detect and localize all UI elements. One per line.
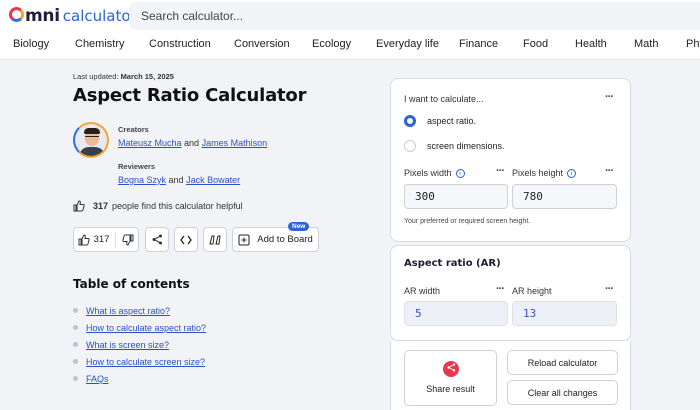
nav-item-construction[interactable]: Construction [149, 38, 211, 50]
toc-item: What is aspect ratio? [73, 302, 206, 319]
toc-link-calc-aspect-ratio[interactable]: How to calculate aspect ratio? [86, 323, 206, 333]
actions-card: Share result Reload calculator Clear all… [390, 341, 631, 410]
add-board-icon [238, 234, 250, 245]
search-placeholder: Search calculator... [141, 9, 244, 23]
toc-item: What is screen size? [73, 336, 206, 353]
share-result-button[interactable]: Share result [404, 350, 497, 406]
logo-omni: mni [9, 6, 60, 26]
radio-screen-dimensions[interactable] [404, 140, 416, 152]
reload-calculator-button[interactable]: Reload calculator [507, 350, 618, 375]
updated-label: Last updated: [73, 72, 119, 81]
share-icon [443, 361, 459, 377]
reviewer-link-szyk[interactable]: Bogna Szyk [118, 175, 166, 185]
vote-button-group: 317 [73, 227, 139, 252]
reviewer-link-bowater[interactable]: Jack Bowater [186, 175, 240, 185]
new-badge: New [288, 222, 310, 231]
more-options-icon[interactable]: ··· [605, 91, 614, 103]
creator-link-mathison[interactable]: James Mathison [202, 138, 268, 148]
helpful-line: 317 people find this calculator helpful [73, 200, 243, 212]
nav-item-finance[interactable]: Finance [459, 38, 498, 50]
radio-aspect-ratio[interactable] [404, 115, 416, 127]
ar-height-output[interactable]: 13 [512, 301, 617, 326]
want-to-calculate-label: I want to calculate... [404, 94, 484, 104]
toc-item: How to calculate screen size? [73, 353, 206, 370]
more-options-icon[interactable]: ··· [605, 165, 614, 177]
nav-item-physics[interactable]: Phy [686, 38, 700, 50]
share-button[interactable] [145, 227, 169, 252]
vote-divider [115, 232, 117, 247]
top-header: mni calculator Search calculator... [0, 0, 700, 32]
toc-link-what-is-aspect-ratio[interactable]: What is aspect ratio? [86, 306, 170, 316]
reviewers-label: Reviewers [118, 162, 156, 171]
creators-list: Mateusz Mucha and James Mathison [118, 138, 267, 148]
toc-item: How to calculate aspect ratio? [73, 319, 206, 336]
nav-item-food[interactable]: Food [523, 38, 548, 50]
updated-date: March 15, 2025 [120, 72, 174, 81]
dislike-button[interactable] [122, 234, 134, 246]
search-input[interactable]: Search calculator... [129, 2, 700, 30]
page-title: Aspect Ratio Calculator [73, 85, 307, 106]
toc-link-calc-screen-size[interactable]: How to calculate screen size? [86, 357, 205, 367]
more-options-icon[interactable]: ··· [605, 283, 614, 295]
creator-avatar [73, 122, 109, 158]
toc-link-faqs[interactable]: FAQs [86, 374, 109, 384]
input-card: I want to calculate... ··· aspect ratio.… [390, 78, 631, 242]
result-card: Aspect ratio (AR) AR width ··· AR height… [390, 245, 631, 341]
omni-logo[interactable]: mni calculator [9, 6, 137, 26]
nav-item-chemistry[interactable]: Chemistry [75, 38, 125, 50]
cite-button[interactable] [203, 227, 227, 252]
code-icon [180, 235, 192, 244]
ar-height-label: AR height [512, 286, 552, 296]
nav-item-ecology[interactable]: Ecology [312, 38, 351, 50]
toc-title: Table of contents [73, 277, 190, 291]
quote-icon [209, 235, 221, 244]
share-result-label: Share result [426, 384, 475, 394]
more-options-icon[interactable]: ··· [496, 283, 505, 295]
pixels-height-label: Pixels height [512, 168, 564, 178]
creators-and: and [184, 138, 200, 148]
ar-width-output[interactable]: 5 [404, 301, 508, 326]
helpful-count: 317 [93, 201, 109, 211]
helpful-text: people find this calculator helpful [112, 201, 243, 211]
reviewers-list: Bogna Szyk and Jack Bowater [118, 175, 240, 185]
ar-section-title: Aspect ratio (AR) [404, 258, 501, 269]
pixels-width-label-wrap: Pixels width i [404, 168, 465, 178]
reviewers-and: and [168, 175, 184, 185]
logo-calculator: calculator [62, 7, 137, 25]
category-nav: Biology Chemistry Construction Conversio… [0, 32, 700, 60]
pixels-width-input[interactable]: 300 [404, 184, 508, 209]
pixels-height-hint: Your preferred or required screen height… [404, 218, 531, 225]
embed-button[interactable] [174, 227, 198, 252]
nav-item-everyday-life[interactable]: Everyday life [376, 38, 439, 50]
radio-screen-dimensions-label: screen dimensions. [427, 141, 505, 151]
thumbs-up-icon [73, 200, 85, 212]
ar-width-label: AR width [404, 286, 441, 296]
more-options-icon[interactable]: ··· [496, 165, 505, 177]
last-updated: Last updated: March 15, 2025 [73, 72, 174, 81]
like-count: 317 [93, 234, 110, 245]
toc-link-what-is-screen-size[interactable]: What is screen size? [86, 340, 169, 350]
info-icon[interactable]: i [567, 169, 577, 178]
table-of-contents: What is aspect ratio? How to calculate a… [73, 302, 206, 387]
like-button[interactable]: 317 [78, 233, 110, 246]
add-to-board-label: Add to Board [257, 234, 313, 245]
clear-all-changes-button[interactable]: Clear all changes [507, 380, 618, 405]
creator-link-mucha[interactable]: Mateusz Mucha [118, 138, 182, 148]
creators-label: Creators [118, 125, 149, 134]
logo-mni: mni [25, 6, 60, 26]
thumbs-down-icon [122, 234, 134, 246]
pixels-height-input[interactable]: 780 [512, 184, 617, 209]
nav-item-biology[interactable]: Biology [13, 38, 49, 50]
toc-item: FAQs [73, 370, 206, 387]
pixels-width-label: Pixels width [404, 168, 452, 178]
radio-aspect-ratio-label: aspect ratio. [427, 116, 477, 126]
nav-item-health[interactable]: Health [575, 38, 607, 50]
info-icon[interactable]: i [455, 169, 465, 178]
logo-o-icon [9, 7, 24, 22]
share-icon [152, 234, 162, 245]
nav-item-conversion[interactable]: Conversion [234, 38, 290, 50]
pixels-height-label-wrap: Pixels height i [512, 168, 577, 178]
thumbs-up-icon [78, 233, 90, 245]
nav-item-math[interactable]: Math [634, 38, 658, 50]
